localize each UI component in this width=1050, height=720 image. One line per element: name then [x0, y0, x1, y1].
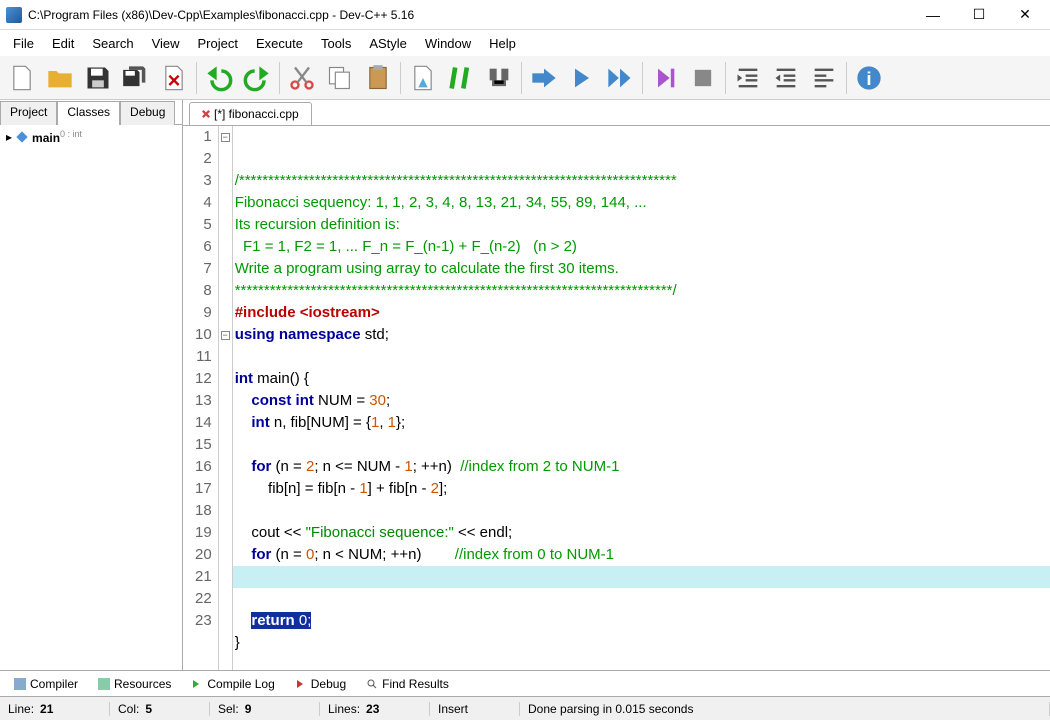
redo-icon[interactable] [239, 60, 275, 96]
status-bar: Line:21 Col:5 Sel:9 Lines:23 Insert Done… [0, 696, 1050, 720]
menu-bar: File Edit Search View Project Execute To… [0, 30, 1050, 56]
format-icon[interactable] [806, 60, 842, 96]
about-icon[interactable]: i [851, 60, 887, 96]
unindent-icon[interactable] [768, 60, 804, 96]
menu-help[interactable]: Help [480, 33, 525, 54]
maximize-button[interactable]: ☐ [956, 0, 1002, 30]
close-file-icon[interactable] [156, 60, 192, 96]
toolbar: i [0, 56, 1050, 100]
menu-search[interactable]: Search [83, 33, 142, 54]
code-editor[interactable]: 1234567891011121314151617181920212223 −−… [183, 126, 1050, 670]
open-file-icon[interactable] [42, 60, 78, 96]
debug-icon[interactable] [647, 60, 683, 96]
indent-icon[interactable] [730, 60, 766, 96]
editor-tab-fibonacci[interactable]: [*] fibonacci.cpp [189, 102, 312, 125]
comment-icon[interactable] [443, 60, 479, 96]
line-gutter: 1234567891011121314151617181920212223 [183, 126, 219, 670]
paste-icon[interactable] [360, 60, 396, 96]
side-panel: Project Classes Debug ▸ main0 : int [0, 100, 183, 670]
editor-tabs: [*] fibonacci.cpp [183, 100, 1050, 126]
menu-astyle[interactable]: AStyle [360, 33, 416, 54]
source-area[interactable]: /***************************************… [233, 126, 1050, 670]
undo-icon[interactable] [201, 60, 237, 96]
class-tree[interactable]: ▸ main0 : int [0, 124, 182, 670]
title-bar: C:\Program Files (x86)\Dev-Cpp\Examples\… [0, 0, 1050, 30]
app-icon [6, 7, 22, 23]
minimize-button[interactable]: — [910, 0, 956, 30]
compile-run-icon[interactable] [526, 60, 562, 96]
new-project-icon[interactable] [405, 60, 441, 96]
save-all-icon[interactable] [118, 60, 154, 96]
tab-project[interactable]: Project [0, 101, 57, 125]
window-title: C:\Program Files (x86)\Dev-Cpp\Examples\… [28, 8, 910, 22]
find-icon[interactable] [481, 60, 517, 96]
close-tab-icon[interactable] [202, 110, 210, 118]
tab-resources[interactable]: Resources [90, 675, 179, 693]
tab-bottom-debug[interactable]: Debug [287, 675, 354, 693]
svg-text:i: i [866, 68, 871, 89]
menu-tools[interactable]: Tools [312, 33, 360, 54]
menu-project[interactable]: Project [189, 33, 247, 54]
tab-find-results[interactable]: Find Results [358, 675, 457, 693]
tab-compile-log[interactable]: Compile Log [183, 675, 282, 693]
menu-file[interactable]: File [4, 33, 43, 54]
new-file-icon[interactable] [4, 60, 40, 96]
run-icon[interactable] [564, 60, 600, 96]
fold-gutter: −− [219, 126, 233, 670]
tree-node-main[interactable]: ▸ main0 : int [6, 129, 176, 145]
tab-debug[interactable]: Debug [120, 101, 175, 125]
menu-window[interactable]: Window [416, 33, 480, 54]
cut-icon[interactable] [284, 60, 320, 96]
menu-view[interactable]: View [143, 33, 189, 54]
save-icon[interactable] [80, 60, 116, 96]
current-line-highlight [233, 566, 1050, 588]
tab-compiler[interactable]: Compiler [6, 675, 86, 693]
tab-classes[interactable]: Classes [57, 101, 120, 125]
menu-execute[interactable]: Execute [247, 33, 312, 54]
stop-icon[interactable] [685, 60, 721, 96]
close-button[interactable]: ✕ [1002, 0, 1048, 30]
bottom-tabs: Compiler Resources Compile Log Debug Fin… [0, 670, 1050, 696]
copy-icon[interactable] [322, 60, 358, 96]
menu-edit[interactable]: Edit [43, 33, 83, 54]
compile-icon[interactable] [602, 60, 638, 96]
